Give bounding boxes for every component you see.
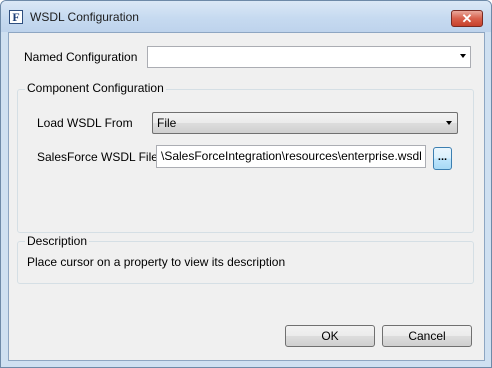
description-title: Description <box>25 234 90 248</box>
dialog-body: Named Configuration Component Configurat… <box>8 32 485 361</box>
ok-button[interactable]: OK <box>285 325 375 347</box>
app-logo-icon: F <box>9 10 23 24</box>
load-wsdl-from-value: File <box>157 116 177 130</box>
chevron-down-icon[interactable] <box>446 121 452 125</box>
cancel-button[interactable]: Cancel <box>382 325 472 347</box>
title-bar[interactable]: F WSDL Configuration ✕ <box>1 1 491 32</box>
load-wsdl-from-dropdown[interactable]: File <box>152 112 458 134</box>
named-configuration-label: Named Configuration <box>24 50 138 64</box>
wsdl-file-path-input[interactable]: \SalesForceIntegration\resources\enterpr… <box>156 145 426 168</box>
description-text: Place cursor on a property to view its d… <box>27 255 286 269</box>
named-configuration-dropdown[interactable] <box>147 46 471 68</box>
close-button[interactable]: ✕ <box>451 10 483 27</box>
chevron-down-icon[interactable] <box>460 54 466 58</box>
browse-button[interactable]: ... <box>433 147 452 170</box>
salesforce-wsdl-file-label: SalesForce WSDL File <box>37 150 158 164</box>
load-wsdl-from-label: Load WSDL From <box>37 116 133 130</box>
wsdl-configuration-dialog: F WSDL Configuration ✕ Named Configurati… <box>0 0 492 368</box>
component-configuration-title: Component Configuration <box>25 81 166 95</box>
dialog-title: WSDL Configuration <box>30 10 139 24</box>
